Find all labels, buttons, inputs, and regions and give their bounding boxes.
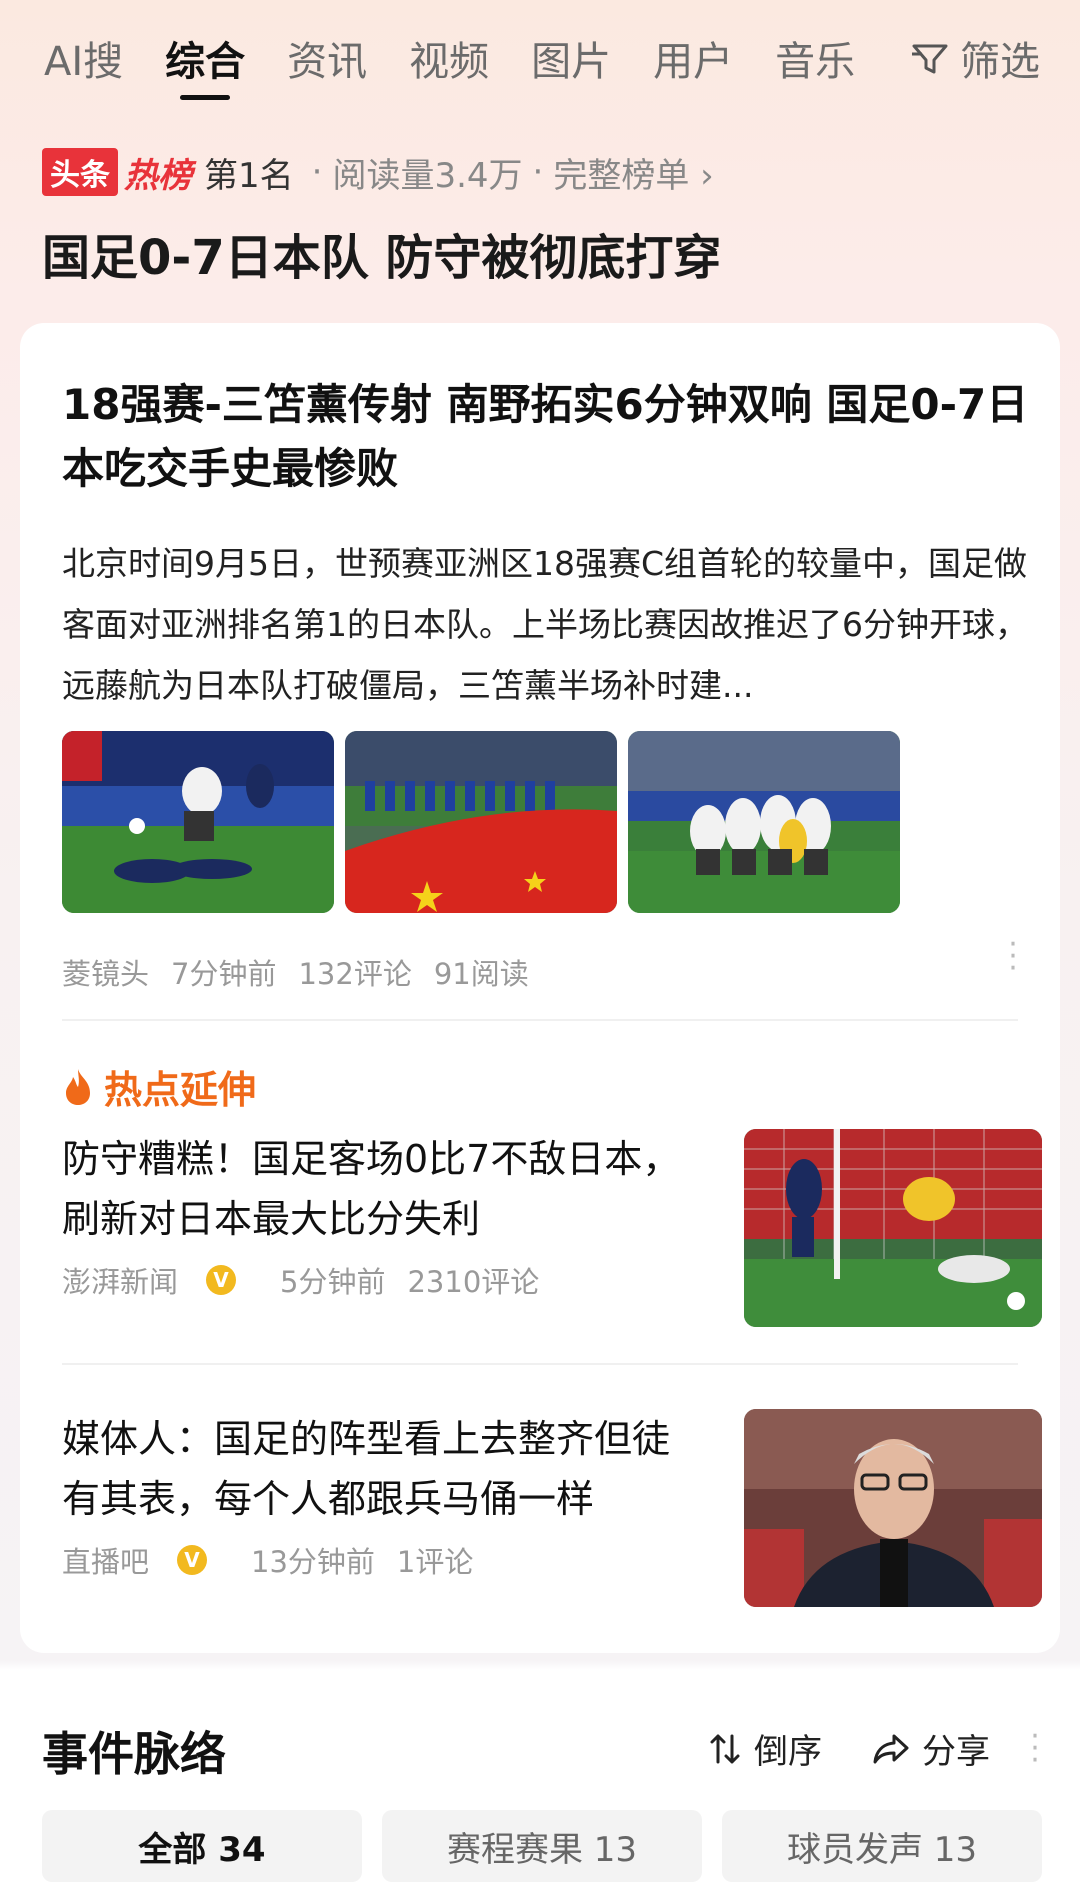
chip-all[interactable]: 全部 34 — [42, 1810, 362, 1882]
article-comments[interactable]: 132评论 — [298, 951, 411, 993]
verified-badge-icon: V — [177, 1545, 208, 1575]
article-summary[interactable]: 北京时间9月5日，世预赛亚洲区18强赛C组首轮的较量中，国足做客面对亚洲排名第1… — [62, 533, 1042, 716]
article-meta: 菱镜头 7分钟前 132评论 91阅读 — [62, 951, 551, 993]
article-reads: 91阅读 — [433, 957, 529, 991]
chip-schedule-results[interactable]: 赛程赛果 13 — [382, 1810, 702, 1882]
tab-news[interactable]: 资讯 — [287, 0, 367, 116]
tab-ai-search[interactable]: AI搜 — [44, 0, 123, 116]
related-news-meta: 直播吧 V 13分钟前 1评论 — [62, 1539, 495, 1581]
filter-label: 筛选 — [960, 39, 1040, 85]
article-time: 7分钟前 — [171, 957, 277, 991]
tab-video[interactable]: 视频 — [409, 0, 489, 116]
thumbnail-match-action[interactable] — [62, 731, 334, 913]
related-news-item[interactable]: 媒体人：国足的阵型看上去整齐但徒有其表，每个人都跟兵马俑一样 直播吧 V 13分… — [62, 1409, 1042, 1609]
timeline-actions: 倒序 分享 · · · — [658, 1721, 1040, 1775]
full-list-link[interactable]: 完整榜单 › — [553, 148, 713, 197]
article-source[interactable]: 菱镜头 — [62, 951, 149, 993]
filter-button[interactable]: 筛选 — [910, 0, 1040, 116]
timeline-more-icon[interactable]: · · · — [1030, 1721, 1040, 1775]
toutiao-hot-logo: 头条 热榜 — [42, 148, 192, 197]
share-label: 分享 — [922, 1732, 990, 1772]
hot-extension-heading: 热点延伸 — [62, 1059, 256, 1114]
hot-logo-box: 头条 — [42, 148, 118, 196]
article-thumbnails — [62, 731, 911, 913]
related-news-source: 直播吧 — [62, 1545, 150, 1579]
timeline-filter-chips: 全部 34 赛程赛果 13 球员发声 13 — [42, 1810, 1062, 1882]
share-icon — [873, 1734, 909, 1763]
hot-topic-title[interactable]: 国足0-7日本队 防守被彻底打穿 — [42, 218, 721, 288]
related-news-item[interactable]: 防守糟糕！国足客场0比7不敌日本，刷新对日本最大比分失利 澎湃新闻 V 5分钟前… — [62, 1129, 1042, 1329]
related-news-comments[interactable]: 1评论 — [397, 1539, 473, 1581]
flame-icon — [66, 1068, 90, 1105]
thumbnail-lineup-flag[interactable] — [345, 731, 617, 913]
tab-all[interactable]: 综合 — [165, 0, 245, 116]
result-card: 18强赛-三笘薰传射 南野拓实6分钟双响 国足0-7日本吃交手史最惨败 北京时间… — [20, 323, 1060, 1653]
related-news-image-goal[interactable] — [744, 1129, 1042, 1327]
related-news-meta: 澎湃新闻 V 5分钟前 2310评论 — [62, 1259, 561, 1301]
related-news-time: 5分钟前 — [280, 1265, 386, 1299]
related-news-comments[interactable]: 2310评论 — [407, 1259, 539, 1301]
share-button[interactable]: 分享 — [872, 1724, 990, 1773]
thumbnail-team-huddle[interactable] — [628, 731, 900, 913]
related-news-source: 澎湃新闻 — [62, 1265, 179, 1299]
article-title[interactable]: 18强赛-三笘薰传射 南野拓实6分钟双响 国足0-7日本吃交手史最惨败 — [62, 373, 1042, 501]
related-news-title[interactable]: 媒体人：国足的阵型看上去整齐但徒有其表，每个人都跟兵马俑一样 — [62, 1409, 692, 1529]
related-news-source-wrap[interactable]: 直播吧 V — [62, 1539, 229, 1581]
separator-dot: · — [532, 152, 544, 192]
sort-reverse-button[interactable]: 倒序 — [708, 1724, 822, 1773]
tab-music[interactable]: 音乐 — [775, 0, 855, 116]
chip-player-voices[interactable]: 球员发声 13 — [722, 1810, 1042, 1882]
sort-icon — [710, 1734, 740, 1763]
related-news-title[interactable]: 防守糟糕！国足客场0比7不敌日本，刷新对日本最大比分失利 — [62, 1129, 692, 1249]
verified-badge-icon: V — [206, 1265, 237, 1295]
divider — [62, 1019, 1018, 1021]
hot-list-row[interactable]: 头条 热榜 第1名 · 阅读量3.4万 · 完整榜单 › — [42, 148, 714, 196]
filter-icon — [912, 44, 948, 74]
related-news-time: 13分钟前 — [251, 1545, 375, 1579]
sort-label: 倒序 — [754, 1732, 822, 1772]
hot-rank: 第1名 — [204, 155, 294, 196]
hot-logo-text: 热榜 — [124, 155, 192, 196]
hot-extension-label: 热点延伸 — [104, 1068, 257, 1112]
tab-users[interactable]: 用户 — [653, 0, 733, 116]
timeline-title: 事件脉络 — [42, 1727, 226, 1781]
hot-reads: 阅读量3.4万 — [332, 155, 523, 196]
related-news-source-wrap[interactable]: 澎湃新闻 V — [62, 1259, 258, 1301]
separator-dot: · — [311, 152, 323, 192]
divider — [62, 1363, 1018, 1365]
more-options-icon[interactable]: · · · — [1008, 930, 1018, 984]
tab-images[interactable]: 图片 — [531, 0, 611, 116]
event-timeline: 事件脉络 倒序 分享 · · · 全部 34 赛程赛果 13 球员发声 13 — [0, 1672, 1080, 1896]
related-news-image-coach[interactable] — [744, 1409, 1042, 1607]
